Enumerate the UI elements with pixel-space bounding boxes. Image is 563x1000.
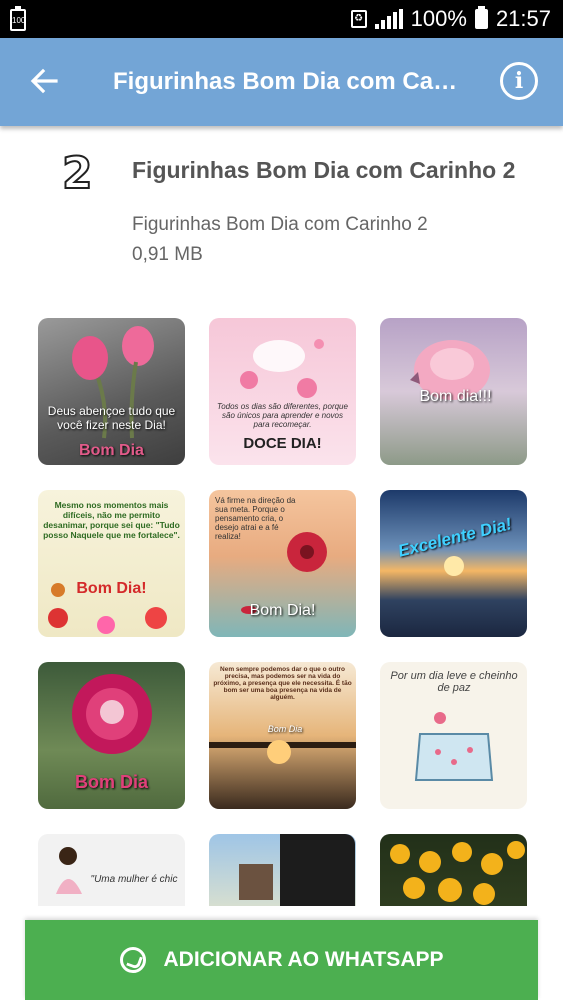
sticker-grid: Deus abençoe tudo que você fizer neste D… xyxy=(38,318,528,906)
battery-icon xyxy=(474,6,488,29)
pack-header: 2 Figurinhas Bom Dia com Carinho 2 Figur… xyxy=(0,140,563,280)
sticker-3-caption: Bom dia!!! xyxy=(419,388,492,405)
pack-tray-icon: 2 xyxy=(61,148,94,199)
sticker-7[interactable]: Bom Dia xyxy=(38,662,185,809)
status-left-badge: 100 xyxy=(12,16,26,25)
sticker-12[interactable] xyxy=(380,834,527,906)
sticker-6[interactable]: Excelente Dia! xyxy=(380,490,527,637)
info-icon[interactable]: i xyxy=(500,62,538,100)
app-bar: Figurinhas Bom Dia com Cari… i xyxy=(0,38,563,126)
sticker-5-caption: Vá firme na direção da sua meta. Porque … xyxy=(215,496,296,541)
sticker-2-sub: DOCE DIA! xyxy=(243,435,322,452)
pack-publisher: Figurinhas Bom Dia com Carinho 2 xyxy=(132,214,428,235)
whatsapp-icon xyxy=(119,947,146,973)
sticker-4-sub: Bom Dia! xyxy=(76,580,147,597)
sticker-4[interactable]: Mesmo nos momentos mais difíceis, não me… xyxy=(38,490,185,637)
sticker-8[interactable]: Nem sempre podemos dar o que o outro pre… xyxy=(209,662,356,809)
sticker-1[interactable]: Deus abençoe tudo que você fizer neste D… xyxy=(38,318,185,465)
sticker-1-caption: Deus abençoe tudo que você fizer neste D… xyxy=(47,404,176,432)
sticker-9[interactable]: Por um dia leve e cheinho de paz xyxy=(380,662,527,809)
sticker-10-caption: "Uma mulher é chic xyxy=(90,874,178,885)
sticker-8-sub: Bom Dia xyxy=(267,724,303,734)
add-to-whatsapp-button[interactable]: ADICIONAR AO WHATSAPP xyxy=(25,920,538,1000)
battery-percent: 100% xyxy=(410,6,467,31)
recycle-icon: ♻ xyxy=(350,10,367,28)
sticker-1-sub: Bom Dia xyxy=(79,442,144,459)
sticker-8-caption: Nem sempre podemos dar o que o outro pre… xyxy=(213,666,352,701)
status-bar: 100 ♻ 100% 21:57 xyxy=(0,0,563,38)
sticker-5[interactable]: Vá firme na direção da sua meta. Porque … xyxy=(209,490,356,637)
signal-icon xyxy=(374,9,403,29)
sticker-2[interactable]: Todos os dias são diferentes, porque são… xyxy=(209,318,356,465)
app-bar-title: Figurinhas Bom Dia com Cari… xyxy=(113,68,458,95)
sticker-5-sub: Bom Dia! xyxy=(249,602,316,619)
arrow-left-icon[interactable] xyxy=(28,65,60,97)
sticker-7-caption: Bom Dia xyxy=(74,772,148,792)
battery-saver-icon: 100 xyxy=(10,6,26,31)
clock: 21:57 xyxy=(495,6,551,31)
add-to-whatsapp-label: ADICIONAR AO WHATSAPP xyxy=(163,948,444,971)
sticker-9-caption: Por um dia leve e cheinho de paz xyxy=(390,670,518,694)
sticker-2-caption: Todos os dias são diferentes, porque são… xyxy=(217,402,348,429)
pack-size: 0,91 MB xyxy=(132,244,203,265)
sticker-3[interactable]: Bom dia!!! xyxy=(380,318,527,465)
sticker-13[interactable] xyxy=(280,834,355,906)
sticker-10[interactable]: "Uma mulher é chic xyxy=(38,834,185,906)
pack-name: Figurinhas Bom Dia com Carinho 2 xyxy=(132,157,516,183)
sticker-4-caption: Mesmo nos momentos mais difíceis, não me… xyxy=(43,500,180,540)
